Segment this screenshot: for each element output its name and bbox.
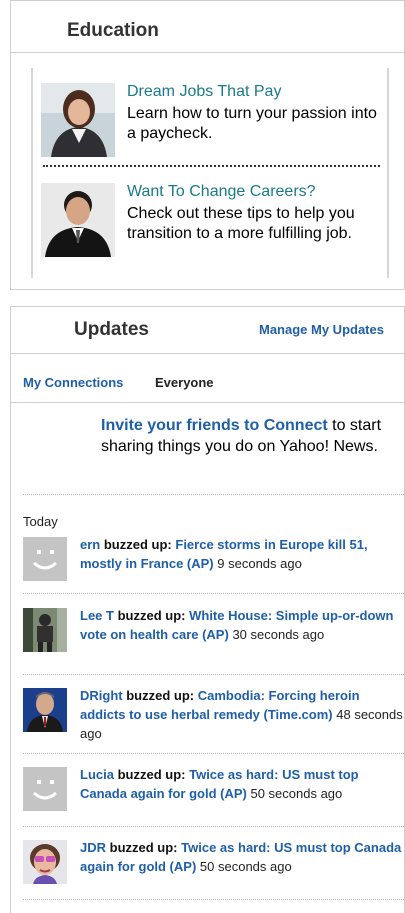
man-portrait-photo[interactable]	[41, 183, 115, 257]
tab-everyone[interactable]: Everyone	[155, 375, 214, 390]
default-smiley-avatar[interactable]	[23, 767, 67, 811]
feed-time: 9 seconds ago	[217, 556, 302, 571]
dream-jobs-link[interactable]: Dream Jobs That Pay	[127, 83, 281, 101]
man-in-suit-avatar[interactable]	[23, 688, 67, 732]
invite-friends-link[interactable]: Invite your friends to Connect	[101, 417, 328, 434]
divider	[23, 826, 404, 827]
education-list: Dream Jobs That Pay Learn how to turn yo…	[31, 68, 389, 278]
divider	[43, 165, 380, 167]
divider	[23, 753, 404, 754]
feed-user-link[interactable]: DRight	[80, 688, 123, 703]
feed-verb: buzzed up:	[117, 767, 186, 782]
feed-text: Lucia buzzed up: Twice as hard: US must …	[80, 765, 405, 803]
feed-user-link[interactable]: JDR	[80, 840, 106, 855]
cartoon-face-avatar[interactable]	[23, 840, 67, 884]
woman-portrait-photo[interactable]	[41, 83, 115, 157]
feed-text: JDR buzzed up: Twice as hard: US must to…	[80, 838, 405, 876]
divider	[23, 899, 404, 900]
education-panel: Education Dream Jobs That Pay Learn how …	[10, 0, 405, 290]
feed-verb: buzzed up:	[126, 688, 195, 703]
feed-verb: buzzed up:	[109, 840, 178, 855]
divider	[23, 494, 404, 495]
change-careers-link[interactable]: Want To Change Careers?	[127, 183, 316, 201]
feed-verb: buzzed up:	[117, 608, 186, 623]
updates-header: Updates Manage My Updates	[11, 307, 404, 354]
updates-title: Updates	[74, 319, 149, 340]
divider	[23, 674, 404, 675]
figure-photo-avatar[interactable]	[23, 608, 67, 652]
feed-verb: buzzed up:	[103, 537, 172, 552]
feed-text: Lee T buzzed up: White House: Simple up-…	[80, 606, 405, 644]
dream-jobs-desc: Learn how to turn your passion into a pa…	[127, 105, 377, 142]
change-careers-desc: Check out these tips to help you transit…	[127, 205, 355, 242]
feed-user-link[interactable]: ern	[80, 537, 100, 552]
education-item: Dream Jobs That Pay Learn how to turn yo…	[41, 83, 386, 163]
default-smiley-avatar[interactable]	[23, 537, 67, 581]
feed-time: 50 seconds ago	[250, 786, 343, 801]
tab-my-connections[interactable]: My Connections	[23, 375, 123, 390]
divider	[23, 593, 404, 594]
updates-panel: Updates Manage My Updates My Connections…	[10, 306, 405, 913]
education-header: Education	[11, 0, 404, 53]
feed-time: 50 seconds ago	[199, 859, 292, 874]
education-title: Education	[67, 20, 159, 41]
feed-time: 30 seconds ago	[232, 627, 325, 642]
manage-updates-link[interactable]: Manage My Updates	[259, 322, 384, 337]
updates-tabs: My Connections Everyone	[11, 354, 404, 403]
feed-user-link[interactable]: Lee T	[80, 608, 114, 623]
education-item: Want To Change Careers? Check out these …	[41, 183, 386, 263]
invite-message: Invite your friends to Connect to start …	[101, 415, 401, 457]
feed-user-link[interactable]: Lucia	[80, 767, 114, 782]
today-label: Today	[23, 514, 58, 529]
feed-text: ern buzzed up: Fierce storms in Europe k…	[80, 535, 405, 573]
feed-text: DRight buzzed up: Cambodia: Forcing hero…	[80, 686, 405, 743]
